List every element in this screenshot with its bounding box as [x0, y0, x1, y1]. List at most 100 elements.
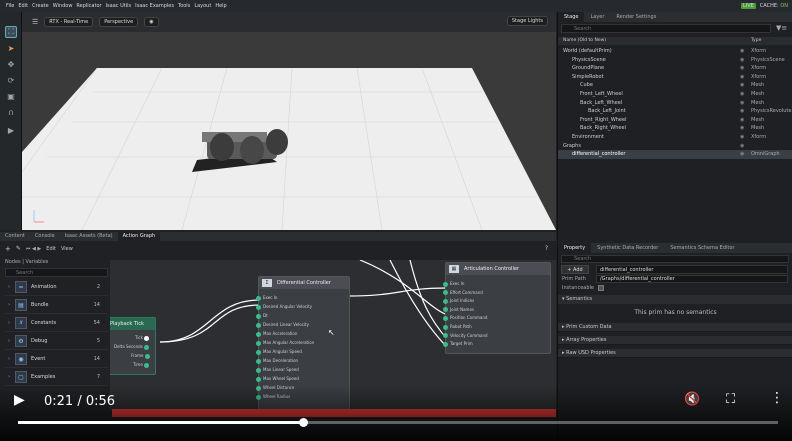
- visibility-eye-icon[interactable]: ◉: [740, 90, 744, 99]
- expand-arrow-icon[interactable]: ›: [8, 374, 10, 380]
- select-tool-icon[interactable]: ⛶: [5, 26, 17, 38]
- visibility-eye-icon[interactable]: ◉: [740, 116, 744, 125]
- input-port[interactable]: Max Wheel Speed: [256, 376, 299, 382]
- instanceable-checkbox[interactable]: [598, 285, 604, 291]
- menu-layout[interactable]: Layout: [194, 3, 211, 9]
- help-icon[interactable]: ?: [545, 245, 548, 252]
- node-category-animation[interactable]: › ≈ Animation 2: [5, 279, 108, 296]
- tab-semantics-schema-editor[interactable]: Semantics Schema Editor: [664, 243, 740, 253]
- semantics-header[interactable]: ▾ Semantics: [558, 295, 792, 304]
- fullscreen-icon[interactable]: ⛶: [726, 392, 735, 407]
- expand-arrow-icon[interactable]: ›: [8, 356, 10, 362]
- mute-icon[interactable]: 🔇: [684, 392, 700, 407]
- node-category-bundle[interactable]: › ▤ Bundle 14: [5, 297, 108, 314]
- input-port[interactable]: Max Angular Acceleration: [256, 340, 314, 346]
- stage-tree-row[interactable]: Back_Right_Wheel ◉ Mesh: [558, 124, 792, 133]
- input-port[interactable]: Position Command: [443, 315, 487, 321]
- array-properties-header[interactable]: ▸ Array Properties: [558, 336, 792, 345]
- stage-tree-row[interactable]: Front_Left_Wheel ◉ Mesh: [558, 90, 792, 99]
- node-category-debug[interactable]: › ⚙ Debug 5: [5, 333, 108, 350]
- video-scrubber-handle[interactable]: [299, 418, 308, 427]
- camera-perspective-button[interactable]: Perspective: [99, 17, 139, 27]
- visibility-eye-icon[interactable]: ◉: [740, 124, 744, 133]
- expand-arrow-icon[interactable]: ›: [8, 338, 10, 344]
- menu-edit[interactable]: Edit: [18, 3, 28, 9]
- stage-tree-row[interactable]: World (defaultPrim) ◉ Xform: [558, 47, 792, 56]
- input-port[interactable]: Joint Indices: [443, 298, 474, 304]
- expand-arrow-icon[interactable]: ›: [8, 284, 10, 290]
- live-badge[interactable]: LIVE: [740, 3, 756, 9]
- prim-name-field[interactable]: differential_controller: [596, 265, 788, 274]
- prim-custom-data-header[interactable]: ▸ Prim Custom Data: [558, 323, 792, 332]
- stage-lights-button[interactable]: Stage Lights: [506, 16, 548, 26]
- port-frame[interactable]: Frame: [131, 353, 152, 359]
- stage-tree-row[interactable]: differential_controller ◉ OmniGraph: [558, 150, 792, 159]
- col-name-header[interactable]: Name (Old to New): [563, 37, 606, 45]
- viewport[interactable]: ☰ RTX - Real-Time Perspective ◉ Stage Li…: [22, 12, 556, 230]
- add-icon[interactable]: +: [5, 245, 11, 253]
- play-icon[interactable]: ▶: [5, 124, 17, 136]
- input-port[interactable]: Effort Command: [443, 290, 483, 296]
- visibility-eye-icon[interactable]: ◉: [740, 142, 744, 151]
- stage-search-input[interactable]: Search: [561, 24, 771, 33]
- stage-tree-row[interactable]: PhysicsScene ◉ PhysicsScene: [558, 56, 792, 65]
- variables-tab[interactable]: Variables: [26, 259, 49, 265]
- input-port[interactable]: Max Angular Speed: [256, 349, 302, 355]
- input-port[interactable]: Desired Linear Velocity: [256, 322, 309, 328]
- menu-tools[interactable]: Tools: [178, 3, 190, 9]
- tab-render-settings[interactable]: Render Settings: [610, 12, 662, 22]
- tab-isaac-assets[interactable]: Isaac Assets (Beta): [60, 232, 118, 241]
- input-port[interactable]: Max Acceleration: [256, 331, 297, 337]
- filter-icon[interactable]: ▼≡: [776, 24, 787, 32]
- nodes-tab[interactable]: Nodes: [5, 259, 21, 265]
- node-category-examples[interactable]: › ▢ Examples 7: [5, 369, 108, 386]
- expand-arrow-icon[interactable]: ›: [8, 302, 10, 308]
- input-port[interactable]: Velocity Command: [443, 333, 488, 339]
- visibility-eye-icon[interactable]: ◉: [740, 150, 744, 159]
- visibility-eye-icon[interactable]: ◉: [740, 47, 744, 56]
- input-port[interactable]: Max Linear Speed: [256, 367, 299, 373]
- stage-tree-row[interactable]: Back_Left_Wheel ◉ Mesh: [558, 99, 792, 108]
- port-tick[interactable]: Tick: [135, 335, 151, 341]
- input-port[interactable]: Exec In: [443, 281, 464, 287]
- menu-replicator[interactable]: Replicator: [76, 3, 101, 9]
- visibility-icon[interactable]: ◉: [144, 17, 159, 27]
- menu-create[interactable]: Create: [32, 3, 49, 9]
- raw-usd-properties-header[interactable]: ▸ Raw USD Properties: [558, 349, 792, 358]
- property-search-input[interactable]: Search: [561, 255, 789, 263]
- input-port[interactable]: Robot Path: [443, 324, 472, 330]
- articulation-controller-node[interactable]: ▦ Articulation Controller Exec In Effort C…: [443, 262, 551, 354]
- stage-tree-row[interactable]: SimpleRobot ◉ Xform: [558, 73, 792, 82]
- input-port[interactable]: Dt: [256, 313, 268, 319]
- pointer-tool-icon[interactable]: ➤: [5, 42, 17, 54]
- expand-arrow-icon[interactable]: ›: [8, 320, 10, 326]
- prim-path-field[interactable]: /Graphs/differential_controller: [596, 275, 788, 283]
- node-category-event[interactable]: › ◉ Event 14: [5, 351, 108, 368]
- tab-action-graph[interactable]: Action Graph: [117, 232, 161, 241]
- visibility-eye-icon[interactable]: ◉: [740, 99, 744, 108]
- rotate-tool-icon[interactable]: ⟳: [5, 74, 17, 86]
- visibility-eye-icon[interactable]: ◉: [740, 56, 744, 65]
- visibility-eye-icon[interactable]: ◉: [740, 81, 744, 90]
- hamburger-icon[interactable]: ☰: [32, 18, 38, 26]
- video-progress-bar[interactable]: [18, 418, 778, 427]
- snap-tool-icon[interactable]: ∩: [5, 106, 17, 118]
- menu-help[interactable]: Help: [215, 3, 226, 9]
- stage-tree-row[interactable]: Back_Left_Joint ◉ PhysicsRevolute...: [558, 107, 792, 116]
- input-port[interactable]: Exec In: [256, 295, 277, 301]
- menu-window[interactable]: Window: [53, 3, 73, 9]
- tab-property[interactable]: Property: [558, 243, 592, 253]
- stage-tree-row[interactable]: Environment ◉ Xform: [558, 133, 792, 142]
- visibility-eye-icon[interactable]: ◉: [740, 64, 744, 73]
- edit-graph-icon[interactable]: ✎: [16, 245, 21, 252]
- col-type-header[interactable]: Type: [751, 37, 761, 45]
- edit-menu[interactable]: Edit: [46, 246, 56, 252]
- playback-tick-node[interactable]: Playback Tick Tick Delta Seconds Frame T…: [110, 317, 156, 375]
- stage-tree-row[interactable]: Front_Right_Wheel ◉ Mesh: [558, 116, 792, 125]
- stage-tree-row[interactable]: GroundPlane ◉ Xform: [558, 64, 792, 73]
- more-options-icon[interactable]: ⋮: [770, 390, 784, 406]
- visibility-eye-icon[interactable]: ◉: [740, 73, 744, 82]
- menu-isaac-utils[interactable]: Isaac Utils: [106, 3, 132, 9]
- rtx-mode-button[interactable]: RTX - Real-Time: [44, 17, 94, 27]
- input-port[interactable]: Max Deceleration: [256, 358, 298, 364]
